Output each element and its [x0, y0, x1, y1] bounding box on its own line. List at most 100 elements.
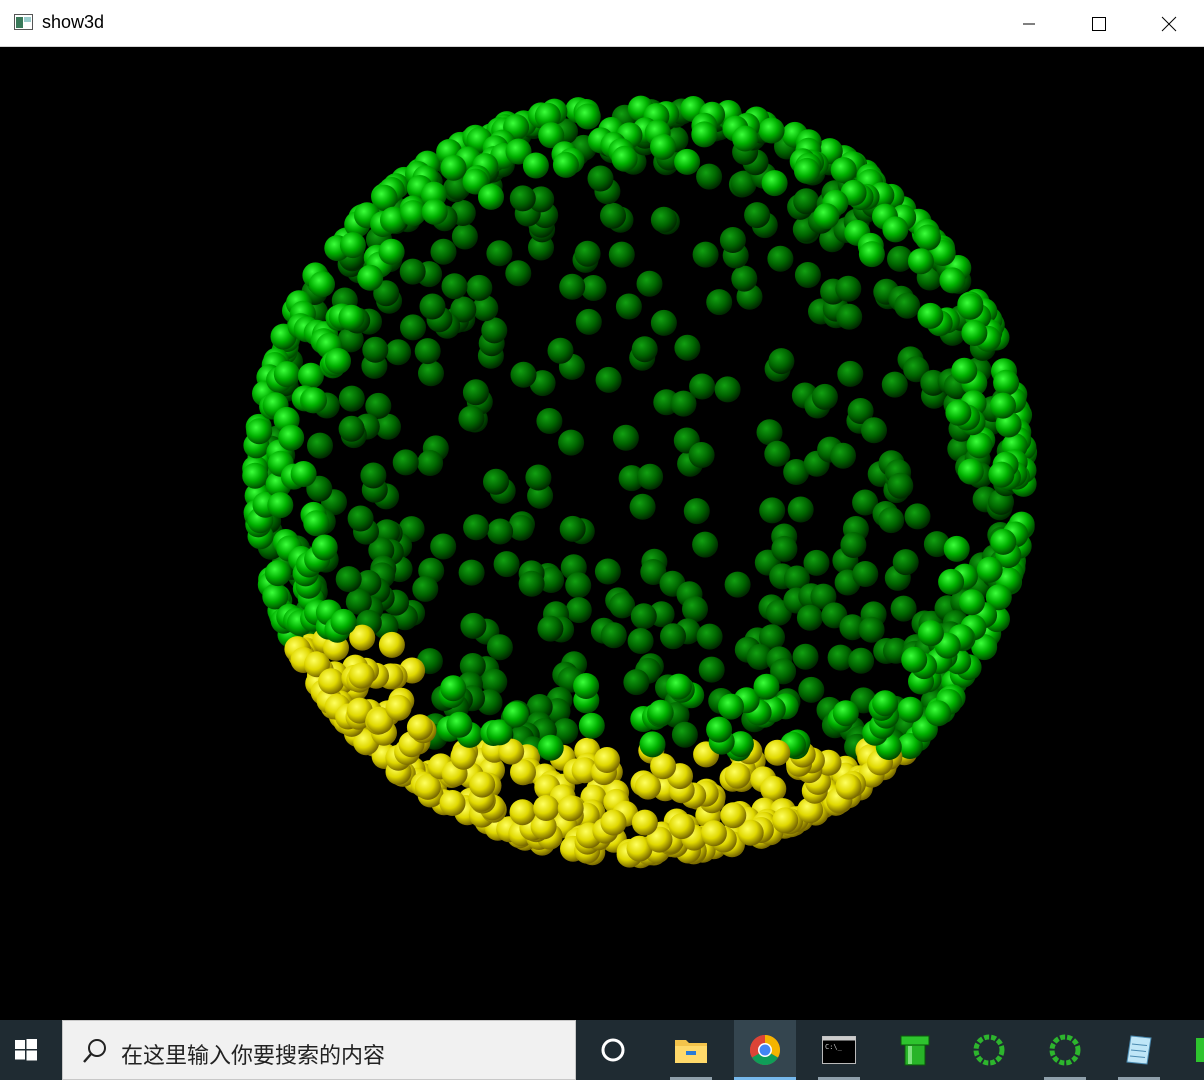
- green-sphere: [691, 121, 718, 148]
- green-sphere: [907, 248, 934, 275]
- taskbar-chrome[interactable]: [734, 1020, 796, 1080]
- green-sphere: [840, 532, 867, 558]
- green-sphere: [483, 468, 509, 495]
- green-sphere: [559, 515, 586, 542]
- green-sphere: [837, 360, 864, 387]
- green-sphere: [330, 608, 357, 635]
- close-button[interactable]: [1134, 0, 1204, 47]
- green-sphere: [639, 731, 666, 758]
- green-sphere: [307, 432, 333, 459]
- yellow-sphere: [469, 771, 496, 798]
- green-sphere: [463, 514, 490, 541]
- ring-icon: [973, 1034, 1005, 1066]
- taskbar-file-explorer[interactable]: [660, 1020, 722, 1080]
- yellow-sphere: [348, 662, 375, 689]
- green-sphere: [486, 240, 513, 267]
- green-sphere: [537, 615, 564, 642]
- green-sphere: [858, 241, 885, 268]
- green-sphere: [811, 383, 838, 410]
- green-sphere: [794, 262, 821, 288]
- green-sphere: [481, 317, 508, 344]
- green-sphere: [882, 216, 909, 243]
- green-sphere: [338, 304, 365, 331]
- taskbar-ring-app-1[interactable]: [958, 1020, 1020, 1080]
- green-sphere: [446, 711, 473, 738]
- green-sphere: [650, 133, 676, 160]
- taskbar-green-app[interactable]: [1182, 1020, 1204, 1080]
- yellow-sphere: [835, 773, 862, 800]
- green-sphere: [671, 721, 698, 748]
- taskbar-cortana[interactable]: [582, 1020, 644, 1080]
- green-sphere: [787, 496, 814, 523]
- yellow-sphere: [378, 631, 405, 658]
- app-icon: [14, 14, 33, 30]
- close-icon: [1161, 16, 1177, 31]
- taskbar-command-prompt[interactable]: C:\_: [808, 1020, 870, 1080]
- green-sphere: [267, 492, 294, 519]
- green-sphere: [957, 458, 984, 485]
- green-sphere: [273, 361, 300, 388]
- green-sphere: [637, 463, 664, 490]
- green-sphere: [360, 462, 387, 489]
- green-sphere: [858, 616, 885, 643]
- green-sphere: [587, 165, 614, 192]
- green-sphere: [417, 450, 444, 476]
- green-sphere: [631, 336, 658, 363]
- green-app-icon: [1196, 1038, 1204, 1062]
- green-sphere: [547, 337, 574, 364]
- terminal-icon: C:\_: [822, 1036, 856, 1064]
- green-sphere: [660, 623, 686, 650]
- green-sphere: [303, 510, 330, 537]
- sphere-point-cloud: [242, 95, 1038, 869]
- green-sphere: [794, 157, 820, 184]
- minimize-button[interactable]: [994, 0, 1064, 47]
- green-sphere: [957, 293, 984, 320]
- green-sphere: [600, 202, 626, 229]
- yellow-sphere: [600, 809, 627, 836]
- start-button[interactable]: [0, 1020, 52, 1080]
- green-sphere: [451, 223, 478, 250]
- green-sphere: [430, 238, 457, 265]
- green-sphere: [650, 206, 677, 233]
- taskbar-ring-app-2[interactable]: [1034, 1020, 1096, 1080]
- taskbar-notepad[interactable]: [1108, 1020, 1170, 1080]
- green-sphere: [510, 361, 537, 388]
- maximize-button[interactable]: [1064, 0, 1134, 47]
- green-sphere: [335, 566, 362, 593]
- green-sphere: [724, 571, 751, 598]
- title-bar[interactable]: show3d: [0, 0, 1204, 47]
- green-sphere: [901, 646, 928, 673]
- notepad-icon: [1126, 1035, 1152, 1065]
- green-sphere: [559, 273, 586, 300]
- search-icon: [83, 1039, 106, 1063]
- green-sphere: [301, 387, 327, 414]
- green-sphere: [595, 366, 622, 393]
- green-sphere: [278, 424, 305, 451]
- svg-text:C:\_: C:\_: [825, 1043, 843, 1051]
- 3d-viewport[interactable]: [2, 48, 1202, 1020]
- taskbar-search-box[interactable]: 在这里输入你要搜索的内容: [62, 1020, 576, 1080]
- green-sphere: [887, 472, 914, 499]
- green-sphere: [682, 596, 708, 623]
- green-sphere: [890, 595, 917, 622]
- yellow-sphere: [764, 739, 791, 766]
- yellow-sphere: [557, 795, 584, 822]
- green-sphere: [798, 676, 825, 703]
- green-sphere: [674, 148, 701, 175]
- green-sphere: [852, 561, 879, 587]
- search-placeholder: 在这里输入你要搜索的内容: [121, 1044, 386, 1069]
- green-sphere: [362, 336, 389, 363]
- green-sphere: [945, 399, 972, 426]
- green-pipe-icon: [900, 1035, 930, 1066]
- green-sphere: [558, 429, 585, 456]
- green-sphere: [400, 314, 426, 341]
- window-title: show3d: [42, 12, 105, 32]
- green-sphere: [835, 275, 862, 302]
- taskbar-pipe-app[interactable]: [884, 1020, 946, 1080]
- green-sphere: [339, 232, 366, 259]
- green-sphere: [518, 570, 545, 597]
- green-sphere: [290, 461, 317, 487]
- yellow-sphere: [450, 743, 477, 770]
- green-sphere: [768, 348, 795, 375]
- green-sphere: [688, 442, 715, 468]
